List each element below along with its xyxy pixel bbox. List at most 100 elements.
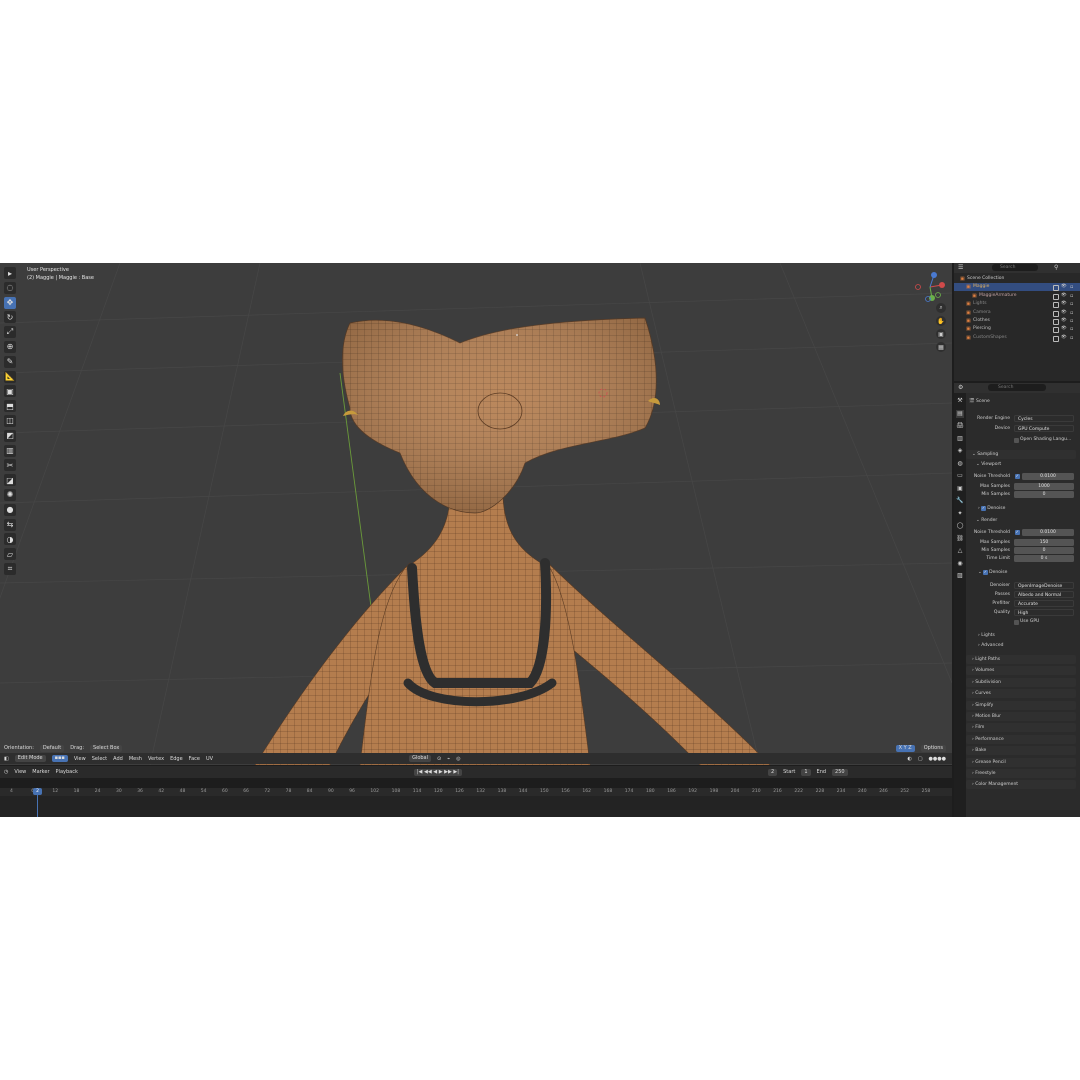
panel-simplify[interactable]: › Simplify (966, 700, 1076, 710)
cursor-icon[interactable]: ◌ (4, 281, 16, 294)
advanced-subpanel[interactable]: › Advanced (978, 642, 1003, 649)
outliner-item[interactable]: ▣ Piercing 👁 ▫ (954, 325, 1080, 334)
visibility-eye-icon[interactable]: 👁 (1061, 292, 1067, 300)
current-frame-field[interactable]: 2 (767, 768, 778, 776)
transform-orientation-dropdown[interactable]: Global (409, 755, 432, 762)
xyz-mirror-toggle[interactable]: X Y Z (895, 744, 915, 752)
exclude-checkbox[interactable] (1053, 302, 1059, 309)
editor-type-icon[interactable]: ◧ (4, 756, 9, 762)
timeline[interactable]: 4612182430364248546066727884909610210811… (0, 788, 952, 817)
edge-slide-icon[interactable]: ⇆ (4, 518, 16, 531)
timeline-menu-playback[interactable]: Playback (56, 769, 78, 775)
playback-controls[interactable]: |◀ ◀◀ ◀ ▶ ▶▶ ▶| (413, 768, 462, 776)
texture-tab-icon[interactable]: ▨ (956, 572, 964, 580)
render-camera-icon[interactable]: ▫ (1070, 309, 1073, 317)
render-min-field[interactable]: 0 (1014, 547, 1074, 554)
sampling-panel[interactable]: ⌄ Sampling (966, 450, 1076, 459)
object-tab-icon[interactable]: ▣ (956, 485, 964, 493)
menu-edge[interactable]: Edge (170, 756, 183, 762)
outliner-editor-icon[interactable]: ☰ (958, 264, 963, 271)
exclude-checkbox[interactable] (1053, 285, 1059, 292)
menu-uv[interactable]: UV (206, 756, 213, 762)
material-tab-icon[interactable]: ◉ (956, 560, 964, 568)
world-tab-icon[interactable]: ◍ (956, 460, 964, 468)
outliner-item[interactable]: ▣ Clothes 👁 ▫ (954, 317, 1080, 325)
extrude-icon[interactable]: ⬒ (4, 400, 16, 413)
time-limit-field[interactable]: 0 s (1014, 555, 1074, 562)
exclude-checkbox[interactable] (1053, 335, 1059, 342)
shading-modes-icon[interactable]: ●●●● (929, 756, 946, 762)
panel-light-paths[interactable]: › Light Paths (966, 655, 1076, 664)
overlay-toggle-icon[interactable]: ◐ (907, 756, 911, 762)
lights-subpanel[interactable]: › Lights (978, 632, 995, 639)
render-subpanel[interactable]: ⌄ Render (976, 517, 997, 524)
proportional-edit-icon[interactable]: ◎ (456, 756, 460, 762)
exclude-checkbox[interactable] (1053, 293, 1059, 300)
camera-view-icon[interactable]: ▣ (936, 329, 946, 339)
bevel-icon[interactable]: ◩ (4, 429, 16, 442)
render-denoise-row[interactable]: ⌄ ✓ Denoise (978, 569, 1007, 576)
view-layer-tab-icon[interactable]: ▥ (956, 435, 964, 443)
render-camera-icon[interactable]: ▫ (1070, 292, 1073, 300)
outliner-item[interactable]: ▣ Camera 👁 ▫ (954, 309, 1080, 317)
outliner-item[interactable]: ▣ Maggie 👁 ▫ (954, 283, 1080, 292)
smooth-icon[interactable]: ● (4, 503, 16, 516)
viewport-max-field[interactable]: 1000 (1014, 483, 1074, 490)
quality-dropdown[interactable]: High (1014, 609, 1074, 616)
use-gpu-checkbox[interactable] (1014, 620, 1019, 625)
viewport-noise-field[interactable]: 0.0100 (1022, 473, 1074, 480)
snap-icon[interactable]: ⌁ (447, 756, 450, 762)
orientation-dropdown[interactable]: Default (39, 744, 65, 752)
outliner-item[interactable]: ▣ CustomShapes 👁 ▫ (954, 334, 1080, 342)
viewport-min-field[interactable]: 0 (1014, 491, 1074, 498)
osl-checkbox[interactable] (1014, 438, 1019, 443)
inset-icon[interactable]: ◫ (4, 414, 16, 427)
render-camera-icon[interactable]: ▫ (1070, 300, 1073, 308)
panel-performance[interactable]: › Performance (966, 734, 1076, 744)
panel-motion-blur[interactable]: › Motion Blur (966, 712, 1076, 721)
render-noise-checkbox[interactable]: ✓ (1015, 529, 1020, 535)
viewport-noise-checkbox[interactable]: ✓ (1015, 473, 1020, 479)
rotate-icon[interactable]: ↻ (4, 311, 16, 324)
visibility-eye-icon[interactable]: 👁 (1061, 317, 1067, 325)
visibility-eye-icon[interactable]: 👁 (1061, 325, 1067, 333)
visibility-eye-icon[interactable]: 👁 (1061, 309, 1067, 317)
knife-icon[interactable]: ✂ (4, 459, 16, 472)
properties-editor-icon[interactable]: ⚙ (958, 384, 963, 391)
visibility-eye-icon[interactable]: 👁 (1061, 334, 1067, 342)
spin-icon[interactable]: ✺ (4, 488, 16, 501)
collection-tab-icon[interactable]: ▭ (956, 472, 964, 480)
shear-icon[interactable]: ▱ (4, 548, 16, 561)
pan-hand-icon[interactable]: ✋ (936, 316, 946, 326)
viewport-denoise-row[interactable]: › ✓ Denoise (978, 505, 1005, 512)
tool-tab-icon[interactable]: ⚒ (956, 397, 964, 405)
panel-freestyle[interactable]: › Freestyle (966, 769, 1076, 778)
render-tab-icon[interactable]: ▤ (956, 409, 964, 418)
end-frame-field[interactable]: 250 (832, 768, 848, 776)
3d-viewport[interactable]: User Perspective (2) Maggie | Maggie : B… (0, 263, 952, 765)
panel-film[interactable]: › Film (966, 723, 1076, 733)
viewport-subpanel[interactable]: ⌄ Viewport (976, 461, 1001, 468)
navigation-gizmo[interactable] (910, 267, 950, 307)
options-dropdown[interactable]: Options (920, 744, 946, 752)
annotate-icon[interactable]: ✎ (4, 355, 16, 368)
outliner-item[interactable]: ▣ MaggieArmature 👁 ▫ (954, 292, 1080, 300)
outliner-item[interactable]: ▣ Scene Collection (954, 275, 1080, 283)
panel-curves[interactable]: › Curves (966, 689, 1076, 699)
exclude-checkbox[interactable] (1053, 327, 1059, 334)
exclude-checkbox[interactable] (1053, 310, 1059, 317)
shrink-icon[interactable]: ◑ (4, 533, 16, 546)
prefilter-dropdown[interactable]: Accurate (1014, 600, 1074, 607)
poly-build-icon[interactable]: ◪ (4, 474, 16, 487)
menu-select[interactable]: Select (92, 756, 107, 762)
viewport-denoise-checkbox[interactable]: ✓ (981, 505, 986, 511)
visibility-eye-icon[interactable]: 👁 (1061, 283, 1067, 291)
add-cube-icon[interactable]: ▣ (4, 385, 16, 398)
menu-add[interactable]: Add (113, 756, 123, 762)
perspective-grid-icon[interactable]: ▦ (936, 342, 946, 352)
render-engine-dropdown[interactable]: Cycles (1014, 415, 1074, 422)
menu-view[interactable]: View (74, 756, 86, 762)
render-denoise-checkbox[interactable]: ✓ (983, 569, 988, 575)
exclude-checkbox[interactable] (1053, 319, 1059, 325)
constraints-tab-icon[interactable]: ⛓ (956, 535, 964, 543)
